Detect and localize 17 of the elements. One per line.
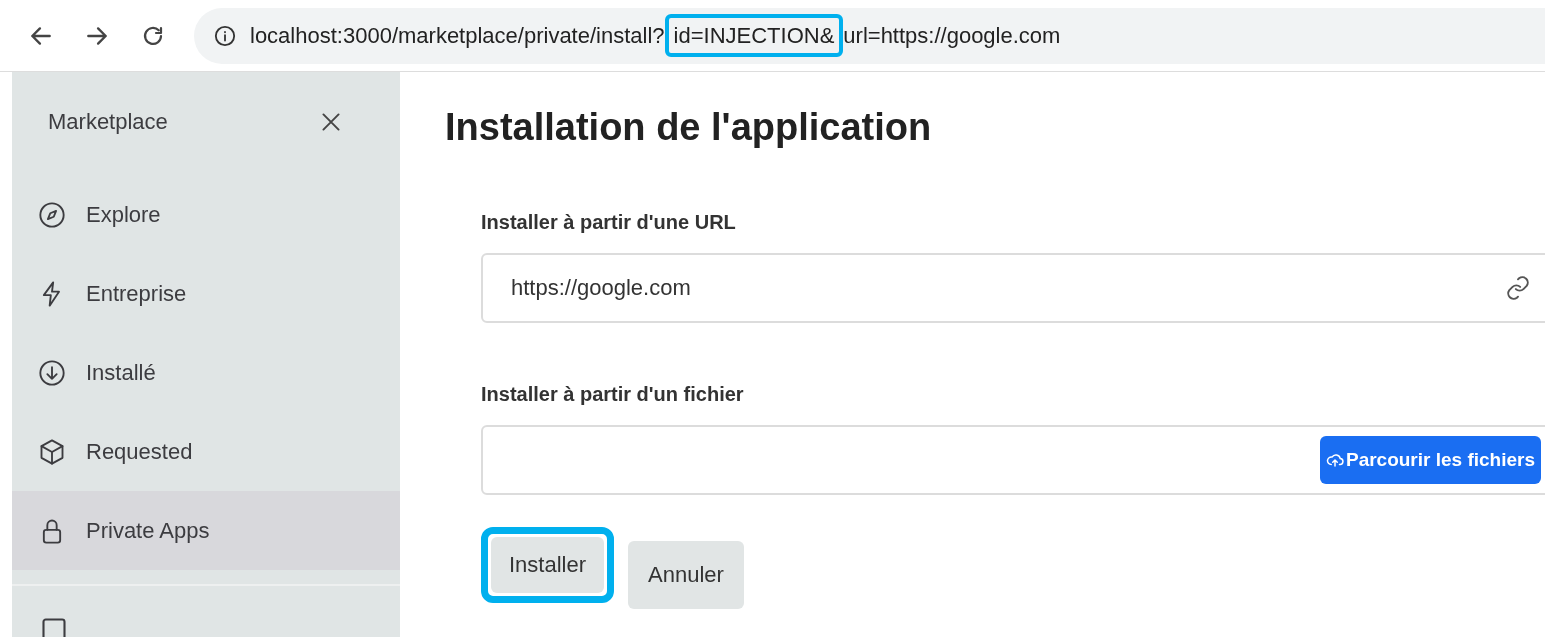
- cancel-button[interactable]: Annuler: [628, 541, 744, 609]
- sidebar-item[interactable]: Requested: [12, 412, 400, 491]
- field-label: Installer à partir d'un fichier: [481, 383, 745, 407]
- sidebar-item[interactable]: Explore: [12, 175, 400, 254]
- install-button[interactable]: Installer: [491, 537, 605, 593]
- sidebar-item[interactable]: Installé: [12, 333, 400, 412]
- field-label: Installer à partir d'une URL: [481, 211, 737, 235]
- address-bar[interactable]: localhost:3000/marketplace/private/install? id=INJECTION& url=https://google.com: [194, 7, 1545, 64]
- browse-files-button[interactable]: Parcourir les fichiers: [1319, 436, 1541, 484]
- sidebar-title: Marketplace: [48, 109, 168, 135]
- page-title: Installation de l'application: [445, 106, 933, 150]
- url-input-field[interactable]: https://google.com: [481, 253, 1545, 323]
- sidebar-item[interactable]: Private Apps: [12, 491, 400, 570]
- address-text: localhost:3000/marketplace/private/install? id=INJECTION& url=https://google.com: [250, 22, 1061, 49]
- sidebar-item[interactable]: Entreprise: [12, 254, 400, 333]
- file-input-field[interactable]: Parcourir les fichiers: [481, 425, 1545, 495]
- field-value: https://google.com: [511, 275, 692, 301]
